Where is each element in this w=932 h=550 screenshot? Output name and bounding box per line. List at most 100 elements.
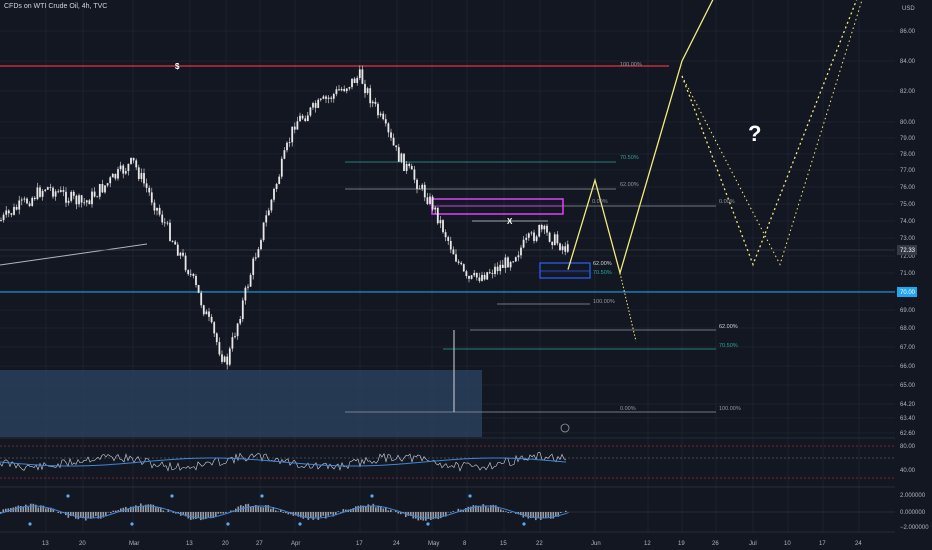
candle-body	[171, 240, 174, 242]
candle-body	[280, 158, 283, 177]
candle-body	[423, 184, 426, 198]
candle-body	[496, 266, 499, 272]
macd-hist-bar	[220, 512, 222, 514]
macd-hist-bar	[222, 512, 225, 514]
macd-hist-bar	[502, 510, 505, 512]
candle-body	[208, 311, 210, 317]
fib-label: 0.00%	[719, 199, 735, 205]
candle-body	[395, 145, 398, 148]
macd-hist-bar	[472, 505, 475, 512]
macd-hist-bar	[382, 508, 385, 512]
candle-body	[400, 153, 403, 162]
price-tick-label: 66.00	[900, 364, 916, 370]
candle-body	[322, 96, 325, 99]
macd-hist-bar	[330, 512, 332, 515]
macd-hist-bar	[250, 506, 252, 512]
candle-body	[530, 232, 533, 234]
candle-body	[262, 222, 265, 241]
candle-body	[475, 272, 478, 278]
candle-body	[200, 292, 203, 306]
candle-body	[509, 262, 512, 268]
demand-zone	[0, 370, 482, 437]
candle-body	[353, 78, 356, 83]
time-tick-label: 17	[819, 541, 826, 547]
candle-body	[507, 257, 509, 268]
macd-hist-bar	[505, 511, 507, 512]
candle-body	[119, 165, 122, 170]
last-price-label: 72.33	[900, 248, 916, 254]
macd-hist-bar	[342, 509, 345, 512]
macd-hist-bar	[430, 512, 432, 520]
macd-hist-bar	[417, 512, 420, 521]
candle-body	[197, 285, 200, 293]
candle-body	[343, 88, 346, 92]
candle-body	[184, 255, 187, 271]
macd-hist-bar	[92, 512, 95, 519]
macd-cross-marker	[130, 522, 134, 526]
candle-body	[124, 171, 127, 174]
macd-hist-bar	[327, 512, 330, 516]
candle-body	[390, 132, 392, 138]
time-tick-label: 20	[79, 541, 86, 547]
macd-cross-marker	[468, 494, 472, 498]
candle-body	[260, 240, 262, 250]
macd-hist-bar	[547, 512, 550, 518]
time-tick-label: 24	[393, 541, 400, 547]
macd-hist-bar	[500, 509, 502, 512]
candle-body	[483, 274, 486, 280]
candle-body	[384, 119, 387, 124]
candle-body	[371, 101, 374, 104]
candle-body	[358, 69, 361, 78]
macd-cross-marker	[298, 522, 302, 526]
candle-body	[52, 187, 54, 197]
candle-body	[148, 187, 151, 193]
candle-body	[46, 187, 49, 190]
candle-body	[434, 207, 437, 210]
candle-body	[111, 173, 114, 178]
candle-body	[101, 184, 104, 193]
macd-hist-bar	[152, 504, 155, 512]
candle-body	[366, 88, 369, 94]
candle-body	[465, 271, 468, 277]
candle-body	[218, 342, 221, 355]
macd-hist-bar	[275, 510, 277, 512]
candle-body	[486, 272, 489, 280]
candle-body	[192, 273, 195, 276]
chart-canvas[interactable]: 100.00%70.50%62.00%0.00% 0.00%62.00%70.50…	[0, 0, 932, 550]
macd-hist-bar	[535, 512, 537, 521]
candle-body	[54, 191, 57, 197]
candle-body	[91, 191, 93, 205]
time-tick-label: 13	[42, 541, 49, 547]
candle-body	[169, 222, 171, 241]
candle-body	[548, 232, 551, 242]
candle-body	[439, 220, 442, 224]
macd-hist-bar	[277, 511, 280, 512]
candle-body	[283, 150, 286, 159]
candle-body	[512, 261, 515, 263]
candle-body	[306, 115, 309, 122]
candle-body	[5, 210, 8, 215]
candle-body	[15, 206, 18, 210]
candle-body	[278, 176, 281, 184]
macd-hist-bar	[260, 507, 262, 512]
candle-body	[153, 202, 156, 211]
macd-hist-bar	[437, 512, 440, 520]
macd-tick-label: −2.000000	[900, 525, 929, 531]
candle-body	[418, 188, 421, 190]
price-tick-label: 84.00	[900, 59, 916, 65]
candle-body	[140, 173, 143, 179]
candle-body	[345, 88, 348, 92]
candle-body	[23, 198, 26, 200]
macd-hist-bar	[15, 506, 17, 512]
candle-body	[135, 160, 138, 168]
time-tick-label: 27	[256, 541, 263, 547]
macd-hist-bar	[197, 512, 200, 518]
candle-body	[410, 166, 413, 170]
macd-hist-bar	[467, 506, 470, 512]
macd-hist-bar	[485, 505, 487, 512]
candle-body	[304, 118, 307, 122]
candle-body	[145, 183, 148, 188]
candle-body	[553, 234, 556, 246]
macd-hist-bar	[360, 505, 362, 512]
macd-hist-bar	[422, 512, 425, 521]
